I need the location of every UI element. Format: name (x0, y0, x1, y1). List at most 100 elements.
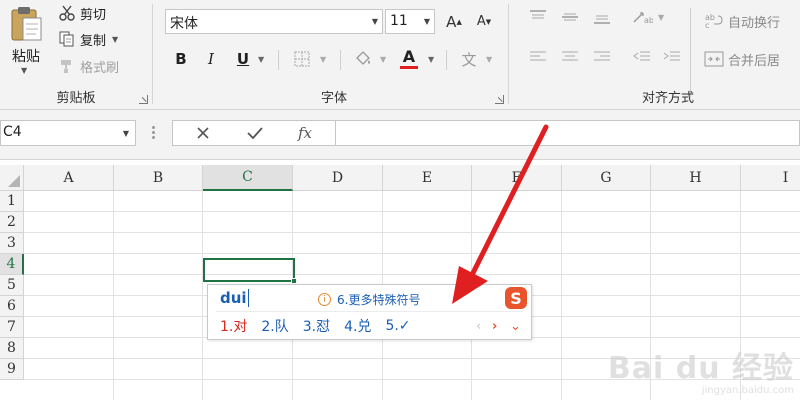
align-right-button[interactable] (588, 46, 616, 68)
formula-input[interactable] (336, 120, 800, 146)
ime-candidate-list: 1.对 2.队 3.怼 4.兑 5.✓ (220, 315, 425, 337)
increase-indent-button[interactable] (658, 46, 686, 68)
chevron-left-icon[interactable]: ‹ (476, 315, 481, 337)
svg-text:c: c (705, 21, 709, 30)
column-header-e[interactable]: E (383, 165, 472, 191)
align-bottom-button[interactable] (588, 6, 616, 28)
ime-candidate-4[interactable]: 4.兑 (344, 316, 371, 336)
enter-button[interactable] (235, 121, 275, 145)
chevron-down-icon[interactable]: ⌄ (510, 315, 521, 337)
grid-row-line (24, 232, 800, 233)
active-cell-c4[interactable] (203, 258, 295, 282)
paint-bucket-icon (356, 51, 370, 65)
row-header-6[interactable]: 6 (0, 296, 24, 317)
dialog-launcher-icon[interactable] (495, 95, 504, 104)
column-header-g[interactable]: G (562, 165, 651, 191)
wrap-text-button[interactable]: ab c 自动换行 (704, 10, 780, 32)
align-right-icon (594, 51, 610, 61)
grid-row-line (24, 274, 800, 275)
shrink-font-button[interactable]: A ▼ (472, 9, 496, 34)
column-header-c[interactable]: C (203, 165, 293, 191)
alignment-group-label: 对齐方式 (641, 91, 694, 106)
font-color-button[interactable]: A (396, 46, 422, 72)
ime-candidate-3[interactable]: 3.怼 (303, 316, 330, 336)
chevron-down-icon[interactable]: ▼ (123, 129, 129, 138)
ribbon: 粘贴 ▼ 剪切 复制 ▼ 格式刷 剪贴板 宋体 ▼ 11 ▼ A ▲ A ▼ B… (0, 0, 800, 110)
chevron-down-icon[interactable]: ▼ (658, 6, 664, 28)
grow-font-label: A (446, 12, 457, 31)
ime-candidate-window: dui i 6.更多特殊符号 S 1.对 2.队 3.怼 4.兑 5.✓ ‹ › ⌄ (207, 284, 532, 340)
font-color-swatch (400, 66, 418, 69)
align-left-button[interactable] (524, 46, 552, 68)
font-color-label: A (402, 47, 416, 66)
column-header-b[interactable]: B (114, 165, 203, 191)
column-header-i[interactable]: I (741, 165, 800, 191)
column-header-d[interactable]: D (293, 165, 383, 191)
font-group: 宋体 ▼ 11 ▼ A ▲ A ▼ B I U ▼ ▼ ▼ A ▼ 文 ▼ 字体 (0, 0, 508, 110)
grid-row-line (24, 211, 800, 212)
borders-button[interactable] (288, 46, 316, 72)
close-icon (197, 127, 209, 139)
chevron-down-icon[interactable]: ▼ (486, 46, 492, 72)
fill-color-button[interactable] (350, 46, 376, 72)
column-header-h[interactable]: H (651, 165, 741, 191)
row-header-8[interactable]: 8 (0, 338, 24, 359)
grow-font-button[interactable]: A ▲ (442, 9, 466, 34)
decrease-indent-button[interactable] (628, 46, 656, 68)
ime-candidate-5[interactable]: 5.✓ (385, 318, 410, 334)
cancel-button[interactable] (183, 121, 223, 145)
chevron-down-icon[interactable]: ▼ (380, 46, 386, 72)
chevron-down-icon[interactable]: ▼ (320, 46, 326, 72)
check-icon (247, 127, 263, 140)
caret-up-icon: ▲ (456, 17, 462, 26)
align-center-button[interactable] (556, 46, 584, 68)
divider (278, 50, 279, 70)
ime-candidate-1[interactable]: 1.对 (220, 316, 247, 336)
row-header-9[interactable]: 9 (0, 359, 24, 380)
row-header-2[interactable]: 2 (0, 212, 24, 233)
bold-button[interactable]: B (170, 46, 192, 72)
name-box[interactable]: C4 ▼ (0, 120, 136, 146)
fx-icon: fx (297, 124, 312, 142)
merge-center-button[interactable]: 合并后居 (704, 48, 780, 70)
orientation-button[interactable]: ab (628, 6, 656, 28)
ime-pinyin-text: dui (220, 289, 247, 307)
chevron-down-icon[interactable]: ▼ (258, 46, 264, 72)
font-name-box[interactable]: 宋体 (165, 9, 383, 34)
chevron-down-icon[interactable]: ▼ (367, 9, 383, 34)
chevron-right-icon[interactable]: › (492, 315, 497, 337)
baidu-watermark: Bai du 经验 jingyan.baidu.com (608, 343, 794, 396)
column-header-a[interactable]: A (24, 165, 114, 191)
column-header-f[interactable]: F (472, 165, 562, 191)
watermark-main: Bai du 经验 (607, 351, 794, 386)
info-icon: i (318, 293, 331, 306)
align-top-icon (530, 10, 546, 19)
underline-button[interactable]: U (232, 46, 254, 72)
indent-icon (663, 51, 680, 61)
row-header-7[interactable]: 7 (0, 317, 24, 338)
align-middle-button[interactable] (556, 6, 584, 28)
align-bottom-icon (594, 15, 610, 24)
caret-down-icon: ▼ (485, 17, 492, 26)
drag-handle-icon[interactable] (152, 126, 156, 140)
italic-button[interactable]: I (200, 46, 222, 72)
insert-function-button[interactable]: fx (285, 121, 325, 145)
align-top-button[interactable] (524, 6, 552, 28)
ime-candidate-2[interactable]: 2.队 (261, 316, 288, 336)
row-header-3[interactable]: 3 (0, 233, 24, 254)
align-left-icon (530, 51, 546, 61)
divider (690, 8, 691, 98)
select-all-button[interactable] (0, 165, 24, 191)
font-group-label: 字体 (320, 91, 347, 106)
svg-text:ab: ab (644, 16, 653, 25)
phonetic-button[interactable]: 文 (456, 46, 482, 72)
ime-special-symbols-hint[interactable]: i 6.更多特殊符号 (318, 291, 420, 308)
chevron-down-icon[interactable]: ▼ (419, 9, 435, 34)
group-divider (508, 4, 509, 104)
chevron-down-icon[interactable]: ▼ (428, 46, 434, 72)
row-header-1[interactable]: 1 (0, 191, 24, 212)
wrap-text-label: 自动换行 (728, 15, 781, 31)
ime-divider (216, 311, 523, 312)
row-header-5[interactable]: 5 (0, 275, 24, 296)
row-header-4[interactable]: 4 (0, 254, 24, 275)
